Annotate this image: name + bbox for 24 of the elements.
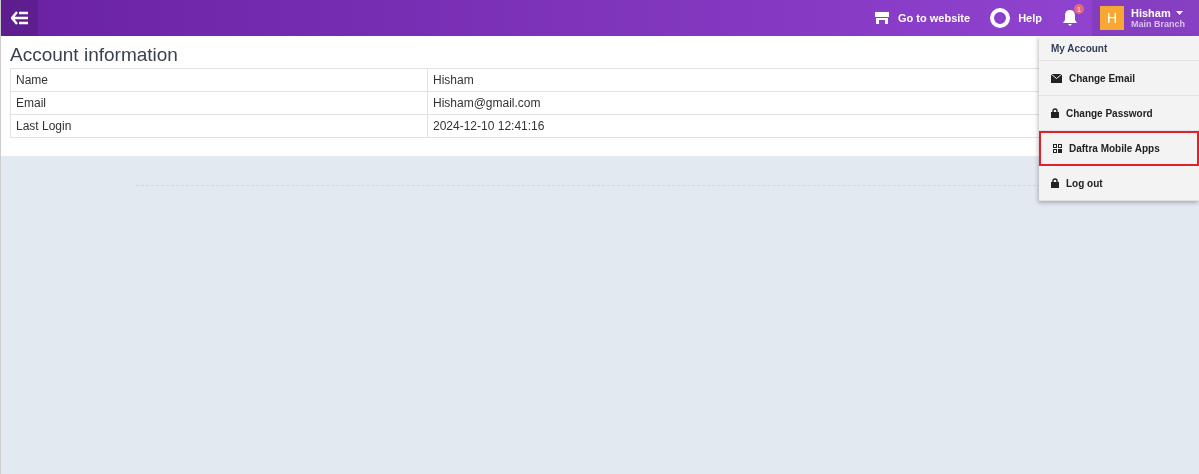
table-cell: Name xyxy=(10,68,428,92)
sidebar-toggle-button[interactable] xyxy=(1,0,38,36)
back-arrow-icon xyxy=(10,11,29,25)
menu-item[interactable]: Daftra Mobile Apps xyxy=(1039,131,1199,166)
user-menu[interactable]: H Hisham Main Branch xyxy=(1092,0,1199,36)
menu-heading: My Account xyxy=(1039,36,1199,61)
website-link[interactable]: Go to website xyxy=(874,11,971,25)
bell-icon[interactable] xyxy=(1062,9,1078,27)
user-name: Hisham xyxy=(1131,7,1171,19)
help-link[interactable]: Help xyxy=(990,8,1042,28)
table-cell: Last Login xyxy=(10,114,428,138)
lock-icon xyxy=(1051,178,1059,188)
table-cell: Email xyxy=(10,91,428,115)
page-title: Account information xyxy=(10,44,178,66)
store-icon xyxy=(874,11,890,25)
branch-name: Main Branch xyxy=(1131,19,1185,29)
menu-item[interactable]: Log out xyxy=(1039,166,1199,201)
menu-item[interactable]: Change Email xyxy=(1039,61,1199,96)
qr-code-icon xyxy=(1053,144,1062,153)
menu-item[interactable]: Change Password xyxy=(1039,96,1199,131)
caret-icon xyxy=(1175,11,1183,15)
user-avatar: H xyxy=(1100,6,1124,30)
envelope-icon xyxy=(1051,73,1062,83)
lock-icon xyxy=(1051,108,1059,118)
